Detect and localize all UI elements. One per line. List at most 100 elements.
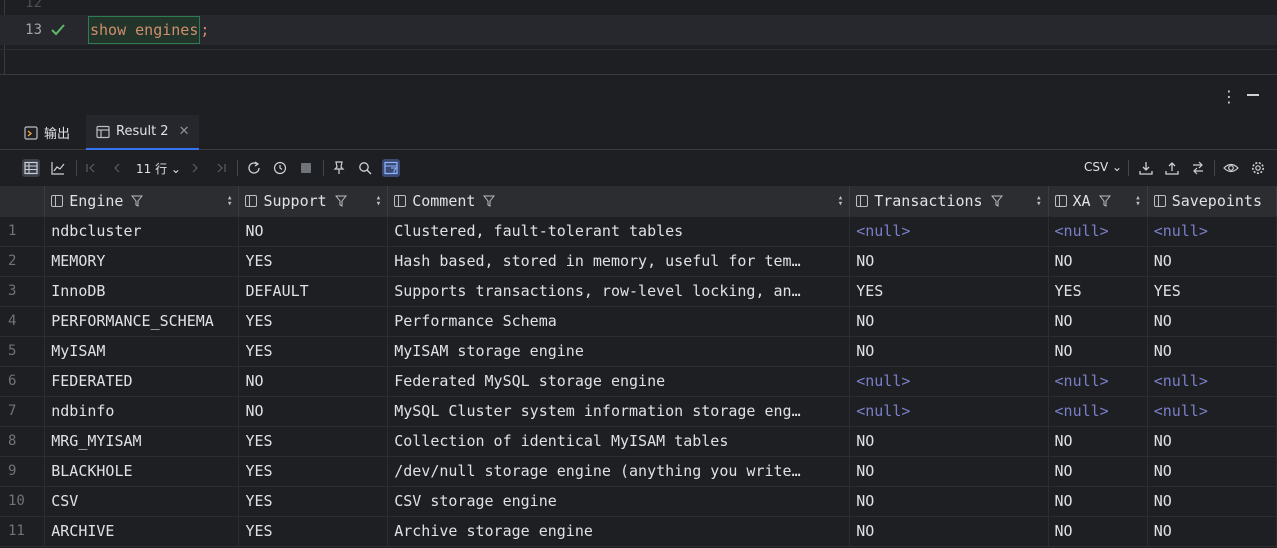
row-number[interactable]: 2 [0,246,46,277]
row-number[interactable]: 9 [0,456,46,487]
table-row[interactable]: 9 BLACKHOLE YES/dev/null storage engine (a… [0,456,1277,487]
column-header-transactions[interactable]: Transactions ▴ ▾ [849,186,1049,217]
cell-engine[interactable]: CSV [44,486,240,517]
cell-transactions[interactable]: NO [849,426,1049,457]
table-row[interactable]: 2 MEMORY YES Hash based, stored in memory, … [0,246,1277,277]
cell-support[interactable]: NO [238,216,389,247]
cell-support[interactable]: YES [238,486,389,517]
cell-engine[interactable]: ndbcluster [44,216,240,247]
cell-comment[interactable]: Supports transactions, row-level locking… [387,276,851,307]
row-number[interactable]: 3 [0,276,46,307]
cell-savepoints[interactable]: NO [1147,426,1277,457]
cell-comment[interactable]: Archive storage engine [387,516,851,547]
chart-view-icon[interactable] [49,159,67,177]
table-row[interactable]: 8 MRG_MYISAM YES Collection of identical My… [0,426,1277,457]
sql-editor[interactable]: 12 13 show engines; [0,0,1277,75]
search-icon[interactable] [356,159,374,177]
table-row[interactable]: 11 ARCHIVE YES Archive storage engine NO NO NO [0,516,1277,547]
row-number[interactable]: 8 [0,426,46,457]
cell-transactions[interactable]: NO [849,486,1049,517]
cell-comment[interactable]: Collection of identical MyISAM tables [387,426,851,457]
cell-transactions[interactable]: NO [849,516,1049,547]
pin-icon[interactable] [330,159,348,177]
table-row[interactable]: 10 CSV YES CSV storage engine NO NO NO [0,486,1277,517]
result-grid[interactable]: Engine ▴ ▾ Support ▴ ▾ Comment ▴ ▾ Transaction… [0,186,1277,548]
table-row[interactable]: 7 ndbinfo NO MySQL Cluster system informati… [0,396,1277,427]
cell-savepoints[interactable]: NO [1147,486,1277,517]
export-format-dropdown[interactable]: CSV ⌄ [1084,160,1122,174]
cell-engine[interactable]: MEMORY [44,246,240,277]
cell-savepoints[interactable]: NO [1147,246,1277,277]
cell-engine[interactable]: BLACKHOLE [44,456,240,487]
cell-transactions[interactable]: NO [849,306,1049,337]
refresh-icon[interactable] [245,159,263,177]
cell-savepoints[interactable]: YES [1147,276,1277,307]
row-number[interactable]: 6 [0,366,46,397]
cell-comment[interactable]: Clustered, fault-tolerant tables [387,216,851,247]
filter-icon[interactable] [334,195,347,207]
cell-support[interactable]: NO [238,396,389,427]
cell-comment[interactable]: Hash based, stored in memory, useful for… [387,246,851,277]
column-header-comment[interactable]: Comment ▴ ▾ [387,186,851,217]
cell-savepoints[interactable]: NO [1147,306,1277,337]
table-row[interactable]: 4 PERFORMANCE_SCHEMA YES Performance Schema… [0,306,1277,337]
table-row[interactable]: 1 ndbcluster NO Clustered, fault-tolerant t… [0,216,1277,247]
cell-support[interactable]: DEFAULT [238,276,389,307]
cell-xa[interactable]: NO [1048,486,1148,517]
cell-support[interactable]: YES [238,246,389,277]
tab-output[interactable]: 输出 [24,115,70,150]
cell-transactions[interactable]: <null> [849,216,1049,247]
cell-xa[interactable]: <null> [1048,366,1148,397]
cell-transactions[interactable]: <null> [849,366,1049,397]
first-page-icon[interactable] [82,159,100,177]
cell-engine[interactable]: MRG_MYISAM [44,426,240,457]
column-header-support[interactable]: Support ▴ ▾ [238,186,389,217]
cell-transactions[interactable]: NO [849,336,1049,367]
cell-engine[interactable]: ndbinfo [44,396,240,427]
row-number[interactable]: 4 [0,306,46,337]
column-header-engine[interactable]: Engine ▴ ▾ [44,186,240,217]
cell-xa[interactable]: YES [1048,276,1148,307]
cell-engine[interactable]: FEDERATED [44,366,240,397]
filter-icon[interactable] [131,195,144,207]
cell-savepoints[interactable]: <null> [1147,216,1277,247]
row-number[interactable]: 10 [0,486,46,517]
sort-icon[interactable]: ▴ ▾ [1135,194,1140,209]
minimize-icon[interactable] [1247,94,1259,96]
cell-savepoints[interactable]: <null> [1147,366,1277,397]
cell-comment[interactable]: MyISAM storage engine [387,336,851,367]
next-page-icon[interactable] [186,159,204,177]
filter-view-icon[interactable] [382,159,400,177]
eye-icon[interactable] [1222,159,1240,177]
cell-comment[interactable]: Federated MySQL storage engine [387,366,851,397]
cell-savepoints[interactable]: NO [1147,516,1277,547]
sort-icon[interactable]: ▴ ▾ [838,194,843,209]
column-header-savepoints[interactable]: Savepoints [1147,186,1277,217]
row-number[interactable]: 1 [0,216,46,247]
cell-engine[interactable]: MyISAM [44,336,240,367]
previous-page-icon[interactable] [108,159,126,177]
column-header-xa[interactable]: XA ▴ ▾ [1048,186,1148,217]
cell-xa[interactable]: <null> [1048,216,1148,247]
cell-xa[interactable]: NO [1048,306,1148,337]
sort-icon[interactable]: ▴ ▾ [227,194,232,209]
cell-support[interactable]: YES [238,456,389,487]
more-options-icon[interactable]: ⋮ [1221,87,1237,106]
filter-icon[interactable] [1098,195,1111,207]
table-row[interactable]: 3 InnoDB DEFAULT Supports transactions, row… [0,276,1277,307]
cell-transactions[interactable]: NO [849,246,1049,277]
cell-engine[interactable]: ARCHIVE [44,516,240,547]
editor-line-13[interactable]: 13 show engines; [0,15,1277,45]
cell-xa[interactable]: NO [1048,426,1148,457]
filter-icon[interactable] [483,195,496,207]
row-number[interactable]: 5 [0,336,46,367]
filter-icon[interactable] [990,195,1003,207]
row-number-header[interactable] [0,186,46,217]
sort-icon[interactable]: ▴ ▾ [376,194,381,209]
cell-xa[interactable]: NO [1048,516,1148,547]
close-icon[interactable]: ✕ [179,124,190,139]
cell-support[interactable]: YES [238,336,389,367]
gear-icon[interactable] [1249,159,1267,177]
cell-engine[interactable]: InnoDB [44,276,240,307]
row-number[interactable]: 7 [0,396,46,427]
